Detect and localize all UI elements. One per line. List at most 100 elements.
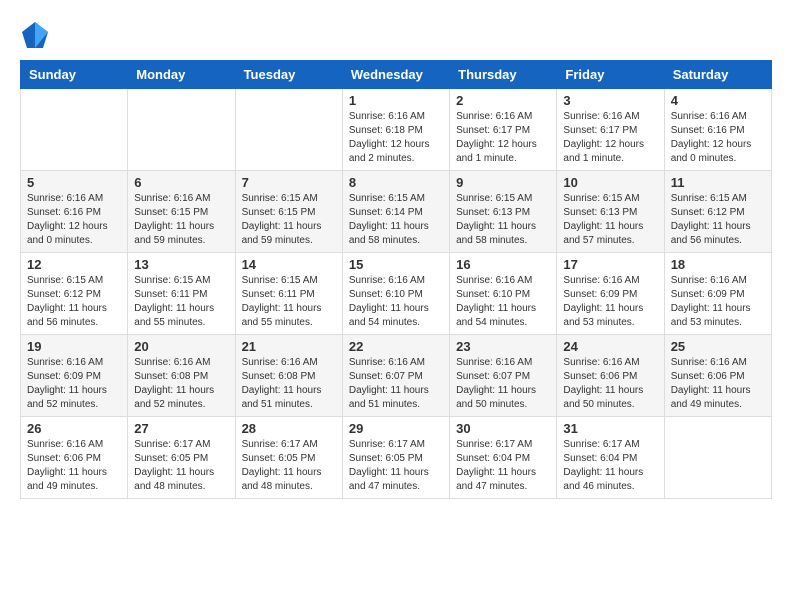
day-number: 19 [27, 339, 121, 354]
page-header [20, 20, 772, 50]
day-info: Sunrise: 6:16 AM Sunset: 6:09 PM Dayligh… [27, 356, 121, 412]
weekday-header: Thursday [450, 61, 557, 89]
calendar-cell: 3 Sunrise: 6:16 AM Sunset: 6:17 PM Daylig… [557, 89, 664, 171]
day-info: Sunrise: 6:16 AM Sunset: 6:09 PM Dayligh… [671, 274, 765, 330]
calendar-week-row: 1Sunrise: 6:16 AM Sunset: 6:18 PM Daylig… [21, 89, 772, 171]
calendar-cell: 18 Sunrise: 6:16 AM Sunset: 6:09 PM Dayli… [664, 253, 771, 335]
calendar-cell: 26 Sunrise: 6:16 AM Sunset: 6:06 PM Dayli… [21, 417, 128, 499]
calendar-cell: 4Sunrise: 6:16 AM Sunset: 6:16 PM Daylig… [664, 89, 771, 171]
day-info: Sunrise: 6:16 AM Sunset: 6:15 PM Dayligh… [134, 192, 228, 248]
day-number: 7 [242, 175, 336, 190]
calendar-cell: 17Sunrise: 6:16 AM Sunset: 6:09 PM Dayli… [557, 253, 664, 335]
day-info: Sunrise: 6:15 AM Sunset: 6:14 PM Dayligh… [349, 192, 443, 248]
day-number: 15 [349, 257, 443, 272]
calendar-week-row: 12 Sunrise: 6:15 AM Sunset: 6:12 PM Dayli… [21, 253, 772, 335]
day-info: Sunrise: 6:16 AM Sunset: 6:08 PM Dayligh… [242, 356, 336, 412]
calendar-cell: 30Sunrise: 6:17 AM Sunset: 6:04 PM Dayli… [450, 417, 557, 499]
day-info: Sunrise: 6:15 AM Sunset: 6:12 PM Dayligh… [671, 192, 765, 248]
day-info: Sunrise: 6:16 AM Sunset: 6:16 PM Dayligh… [27, 192, 121, 248]
calendar-cell: 24 Sunrise: 6:16 AM Sunset: 6:06 PM Dayli… [557, 335, 664, 417]
day-number: 20 [134, 339, 228, 354]
calendar-week-row: 26 Sunrise: 6:16 AM Sunset: 6:06 PM Dayli… [21, 417, 772, 499]
calendar-cell [235, 89, 342, 171]
day-number: 14 [242, 257, 336, 272]
calendar-cell: 8 Sunrise: 6:15 AM Sunset: 6:14 PM Daylig… [342, 171, 449, 253]
day-info: Sunrise: 6:16 AM Sunset: 6:17 PM Dayligh… [456, 110, 550, 166]
day-number: 13 [134, 257, 228, 272]
day-number: 27 [134, 421, 228, 436]
day-number: 30 [456, 421, 550, 436]
calendar-cell: 1Sunrise: 6:16 AM Sunset: 6:18 PM Daylig… [342, 89, 449, 171]
day-number: 16 [456, 257, 550, 272]
day-number: 9 [456, 175, 550, 190]
day-number: 3 [563, 93, 657, 108]
day-info: Sunrise: 6:16 AM Sunset: 6:06 PM Dayligh… [563, 356, 657, 412]
day-number: 29 [349, 421, 443, 436]
calendar-cell: 14 Sunrise: 6:15 AM Sunset: 6:11 PM Dayli… [235, 253, 342, 335]
weekday-row: SundayMondayTuesdayWednesdayThursdayFrid… [21, 61, 772, 89]
calendar-cell: 27 Sunrise: 6:17 AM Sunset: 6:05 PM Dayli… [128, 417, 235, 499]
day-info: Sunrise: 6:17 AM Sunset: 6:05 PM Dayligh… [349, 438, 443, 494]
calendar-table: SundayMondayTuesdayWednesdayThursdayFrid… [20, 60, 772, 499]
logo [20, 20, 54, 50]
calendar-cell: 9 Sunrise: 6:15 AM Sunset: 6:13 PM Daylig… [450, 171, 557, 253]
calendar-cell [128, 89, 235, 171]
day-info: Sunrise: 6:15 AM Sunset: 6:11 PM Dayligh… [134, 274, 228, 330]
day-info: Sunrise: 6:17 AM Sunset: 6:05 PM Dayligh… [242, 438, 336, 494]
day-number: 12 [27, 257, 121, 272]
calendar-cell: 13 Sunrise: 6:15 AM Sunset: 6:11 PM Dayli… [128, 253, 235, 335]
day-info: Sunrise: 6:15 AM Sunset: 6:11 PM Dayligh… [242, 274, 336, 330]
day-info: Sunrise: 6:15 AM Sunset: 6:15 PM Dayligh… [242, 192, 336, 248]
day-info: Sunrise: 6:15 AM Sunset: 6:13 PM Dayligh… [456, 192, 550, 248]
day-info: Sunrise: 6:15 AM Sunset: 6:13 PM Dayligh… [563, 192, 657, 248]
day-number: 26 [27, 421, 121, 436]
day-number: 2 [456, 93, 550, 108]
day-info: Sunrise: 6:16 AM Sunset: 6:06 PM Dayligh… [27, 438, 121, 494]
weekday-header: Friday [557, 61, 664, 89]
calendar-week-row: 5 Sunrise: 6:16 AM Sunset: 6:16 PM Daylig… [21, 171, 772, 253]
day-info: Sunrise: 6:16 AM Sunset: 6:07 PM Dayligh… [349, 356, 443, 412]
calendar-cell: 5 Sunrise: 6:16 AM Sunset: 6:16 PM Daylig… [21, 171, 128, 253]
day-number: 11 [671, 175, 765, 190]
day-number: 22 [349, 339, 443, 354]
weekday-header: Tuesday [235, 61, 342, 89]
day-number: 31 [563, 421, 657, 436]
calendar-cell: 16Sunrise: 6:16 AM Sunset: 6:10 PM Dayli… [450, 253, 557, 335]
day-number: 21 [242, 339, 336, 354]
day-number: 5 [27, 175, 121, 190]
weekday-header: Sunday [21, 61, 128, 89]
day-number: 4 [671, 93, 765, 108]
day-number: 28 [242, 421, 336, 436]
day-number: 6 [134, 175, 228, 190]
calendar-cell [21, 89, 128, 171]
day-info: Sunrise: 6:16 AM Sunset: 6:18 PM Dayligh… [349, 110, 443, 166]
calendar-cell: 11 Sunrise: 6:15 AM Sunset: 6:12 PM Dayli… [664, 171, 771, 253]
calendar-cell: 20 Sunrise: 6:16 AM Sunset: 6:08 PM Dayli… [128, 335, 235, 417]
day-info: Sunrise: 6:16 AM Sunset: 6:17 PM Dayligh… [563, 110, 657, 166]
calendar-cell: 21 Sunrise: 6:16 AM Sunset: 6:08 PM Dayli… [235, 335, 342, 417]
calendar-cell: 22 Sunrise: 6:16 AM Sunset: 6:07 PM Dayli… [342, 335, 449, 417]
calendar-cell: 31Sunrise: 6:17 AM Sunset: 6:04 PM Dayli… [557, 417, 664, 499]
day-info: Sunrise: 6:15 AM Sunset: 6:12 PM Dayligh… [27, 274, 121, 330]
calendar-cell: 15 Sunrise: 6:16 AM Sunset: 6:10 PM Dayli… [342, 253, 449, 335]
day-info: Sunrise: 6:16 AM Sunset: 6:10 PM Dayligh… [349, 274, 443, 330]
calendar-cell: 10 Sunrise: 6:15 AM Sunset: 6:13 PM Dayli… [557, 171, 664, 253]
day-number: 18 [671, 257, 765, 272]
day-number: 10 [563, 175, 657, 190]
day-number: 8 [349, 175, 443, 190]
day-info: Sunrise: 6:16 AM Sunset: 6:07 PM Dayligh… [456, 356, 550, 412]
day-info: Sunrise: 6:17 AM Sunset: 6:05 PM Dayligh… [134, 438, 228, 494]
day-number: 24 [563, 339, 657, 354]
calendar-cell: 25Sunrise: 6:16 AM Sunset: 6:06 PM Dayli… [664, 335, 771, 417]
day-info: Sunrise: 6:16 AM Sunset: 6:08 PM Dayligh… [134, 356, 228, 412]
calendar-header: SundayMondayTuesdayWednesdayThursdayFrid… [21, 61, 772, 89]
logo-icon [20, 20, 50, 50]
calendar-cell: 28 Sunrise: 6:17 AM Sunset: 6:05 PM Dayli… [235, 417, 342, 499]
calendar-cell: 23 Sunrise: 6:16 AM Sunset: 6:07 PM Dayli… [450, 335, 557, 417]
weekday-header: Saturday [664, 61, 771, 89]
day-number: 23 [456, 339, 550, 354]
calendar-cell: 19 Sunrise: 6:16 AM Sunset: 6:09 PM Dayli… [21, 335, 128, 417]
day-info: Sunrise: 6:16 AM Sunset: 6:06 PM Dayligh… [671, 356, 765, 412]
weekday-header: Wednesday [342, 61, 449, 89]
calendar-body: 1Sunrise: 6:16 AM Sunset: 6:18 PM Daylig… [21, 89, 772, 499]
